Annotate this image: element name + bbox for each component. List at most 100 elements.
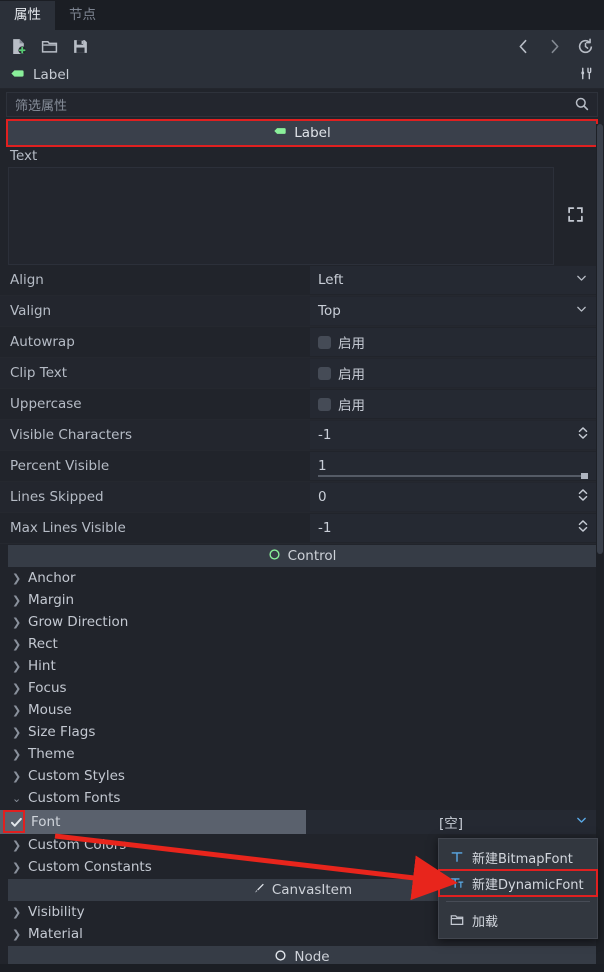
chevron-right-icon: ❯ — [12, 860, 22, 874]
group-row-grow-direction[interactable]: ❯ Grow Direction — [0, 611, 604, 633]
property-label-uppercase: Uppercase — [10, 396, 82, 412]
menu-item-new-bitmapfont[interactable]: 新建BitmapFont — [439, 844, 597, 870]
font-checkbox-highlight — [3, 810, 25, 833]
property-value-uppercase[interactable]: 启用 — [310, 390, 596, 418]
property-label-lines-skipped: Lines Skipped — [10, 489, 104, 505]
property-row-percent-visible: Percent Visible 1 — [0, 451, 604, 482]
group-label-mouse: Mouse — [28, 702, 72, 718]
percent-visible-value: 1 — [318, 458, 327, 474]
property-label-autowrap: Autowrap — [10, 334, 75, 350]
edited-object-name: Label — [33, 67, 70, 83]
scrollbar-thumb[interactable] — [597, 124, 603, 554]
text-expand-button[interactable] — [554, 167, 596, 265]
class-banner-label[interactable]: Label — [6, 119, 598, 147]
group-label-material: Material — [28, 926, 83, 942]
tab-node[interactable]: 节点 — [55, 1, 110, 30]
clip-text-checkbox-label: 启用 — [338, 367, 365, 383]
property-value-clip-text[interactable]: 启用 — [310, 359, 596, 387]
object-tools-icon[interactable] — [579, 66, 594, 85]
font-resource-popup-menu: 新建BitmapFont 新建DynamicFont 加载 — [438, 838, 598, 939]
node-icon — [274, 949, 287, 966]
chevron-right-icon: ❯ — [12, 571, 22, 585]
section-header-control-label: Control — [287, 548, 337, 564]
property-value-lines-skipped[interactable]: 0 — [310, 483, 596, 511]
group-row-theme[interactable]: ❯ Theme — [0, 743, 604, 765]
autowrap-checkbox[interactable] — [318, 335, 331, 349]
group-label-theme: Theme — [28, 746, 75, 762]
group-row-custom-fonts[interactable]: ⌄ Custom Fonts — [0, 787, 604, 809]
group-row-custom-styles[interactable]: ❯ Custom Styles — [0, 765, 604, 787]
chevron-right-icon: ❯ — [12, 681, 22, 695]
chevron-right-icon: ❯ — [12, 703, 22, 717]
label-node-icon — [273, 124, 287, 142]
property-value-percent-visible[interactable]: 1 — [310, 452, 596, 480]
filter-bar: 筛选属性 — [0, 89, 604, 121]
align-selected-value: Left — [318, 272, 344, 288]
slider-knob[interactable] — [581, 473, 588, 479]
property-row-valign: Valign Top — [0, 296, 604, 327]
visible-characters-value: -1 — [318, 427, 332, 443]
control-node-icon — [268, 548, 281, 565]
property-label-font[interactable]: Font — [0, 810, 306, 834]
expand-icon — [567, 206, 584, 227]
chevron-right-icon: ❯ — [12, 838, 22, 852]
chevron-right-icon: ❯ — [12, 637, 22, 651]
property-value-visible-characters[interactable]: -1 — [310, 421, 596, 449]
search-icon — [574, 96, 590, 116]
spinner-icon[interactable] — [577, 519, 589, 538]
percent-visible-slider[interactable] — [318, 473, 588, 479]
chevron-right-icon: ❯ — [12, 769, 22, 783]
property-value-align[interactable]: Left — [310, 266, 596, 294]
chevron-right-icon: ❯ — [12, 659, 22, 673]
property-row-max-lines-visible: Max Lines Visible -1 — [0, 513, 604, 544]
group-row-hint[interactable]: ❯ Hint — [0, 655, 604, 677]
menu-item-new-dynamicfont[interactable]: 新建DynamicFont — [438, 869, 598, 897]
property-value-max-lines-visible[interactable]: -1 — [310, 514, 596, 542]
property-label-font-text: Font — [31, 814, 61, 830]
property-label-valign: Valign — [10, 303, 52, 319]
menu-item-load[interactable]: 加载 — [439, 907, 597, 933]
valign-selected-value: Top — [318, 303, 341, 319]
property-value-autowrap[interactable]: 启用 — [310, 328, 596, 356]
uppercase-checkbox[interactable] — [318, 397, 331, 411]
group-row-anchor[interactable]: ❯ Anchor — [0, 567, 604, 589]
group-row-margin[interactable]: ❯ Margin — [0, 589, 604, 611]
chevron-right-icon: ❯ — [12, 725, 22, 739]
group-label-custom-fonts: Custom Fonts — [28, 790, 121, 806]
property-label-max-lines-visible: Max Lines Visible — [10, 520, 126, 536]
group-label-margin: Margin — [28, 592, 75, 608]
text-property-row — [0, 167, 604, 265]
filter-properties-input[interactable]: 筛选属性 — [6, 92, 598, 117]
property-row-visible-characters: Visible Characters -1 — [0, 420, 604, 451]
class-banner-name: Label — [294, 125, 331, 141]
save-icon[interactable] — [72, 38, 89, 55]
property-value-font[interactable]: [空] — [306, 810, 596, 834]
chevron-right-icon: ❯ — [12, 905, 22, 919]
group-label-rect: Rect — [28, 636, 58, 652]
property-value-valign[interactable]: Top — [310, 297, 596, 325]
group-label-hint: Hint — [28, 658, 56, 674]
group-row-size-flags[interactable]: ❯ Size Flags — [0, 721, 604, 743]
new-resource-icon[interactable] — [10, 38, 27, 55]
text-property-label: Text — [10, 148, 38, 164]
forward-arrow-icon[interactable] — [546, 38, 563, 55]
group-row-focus[interactable]: ❯ Focus — [0, 677, 604, 699]
open-folder-icon[interactable] — [41, 38, 58, 55]
bottom-strip — [0, 964, 604, 972]
clip-text-checkbox[interactable] — [318, 366, 331, 380]
group-row-rect[interactable]: ❯ Rect — [0, 633, 604, 655]
tab-properties[interactable]: 属性 — [0, 1, 55, 30]
back-arrow-icon[interactable] — [515, 38, 532, 55]
menu-item-load-label: 加载 — [472, 914, 499, 930]
spinner-icon[interactable] — [577, 426, 589, 445]
history-icon[interactable] — [577, 37, 594, 55]
group-row-mouse[interactable]: ❯ Mouse — [0, 699, 604, 721]
section-header-control[interactable]: Control — [8, 545, 596, 567]
chevron-right-icon: ❯ — [12, 615, 22, 629]
property-row-lines-skipped: Lines Skipped 0 — [0, 482, 604, 513]
text-input[interactable] — [8, 167, 554, 265]
chevron-down-icon[interactable] — [575, 814, 588, 831]
spinner-icon[interactable] — [577, 488, 589, 507]
toolbar-right-group — [515, 37, 594, 55]
dynamic-font-icon — [448, 876, 466, 890]
